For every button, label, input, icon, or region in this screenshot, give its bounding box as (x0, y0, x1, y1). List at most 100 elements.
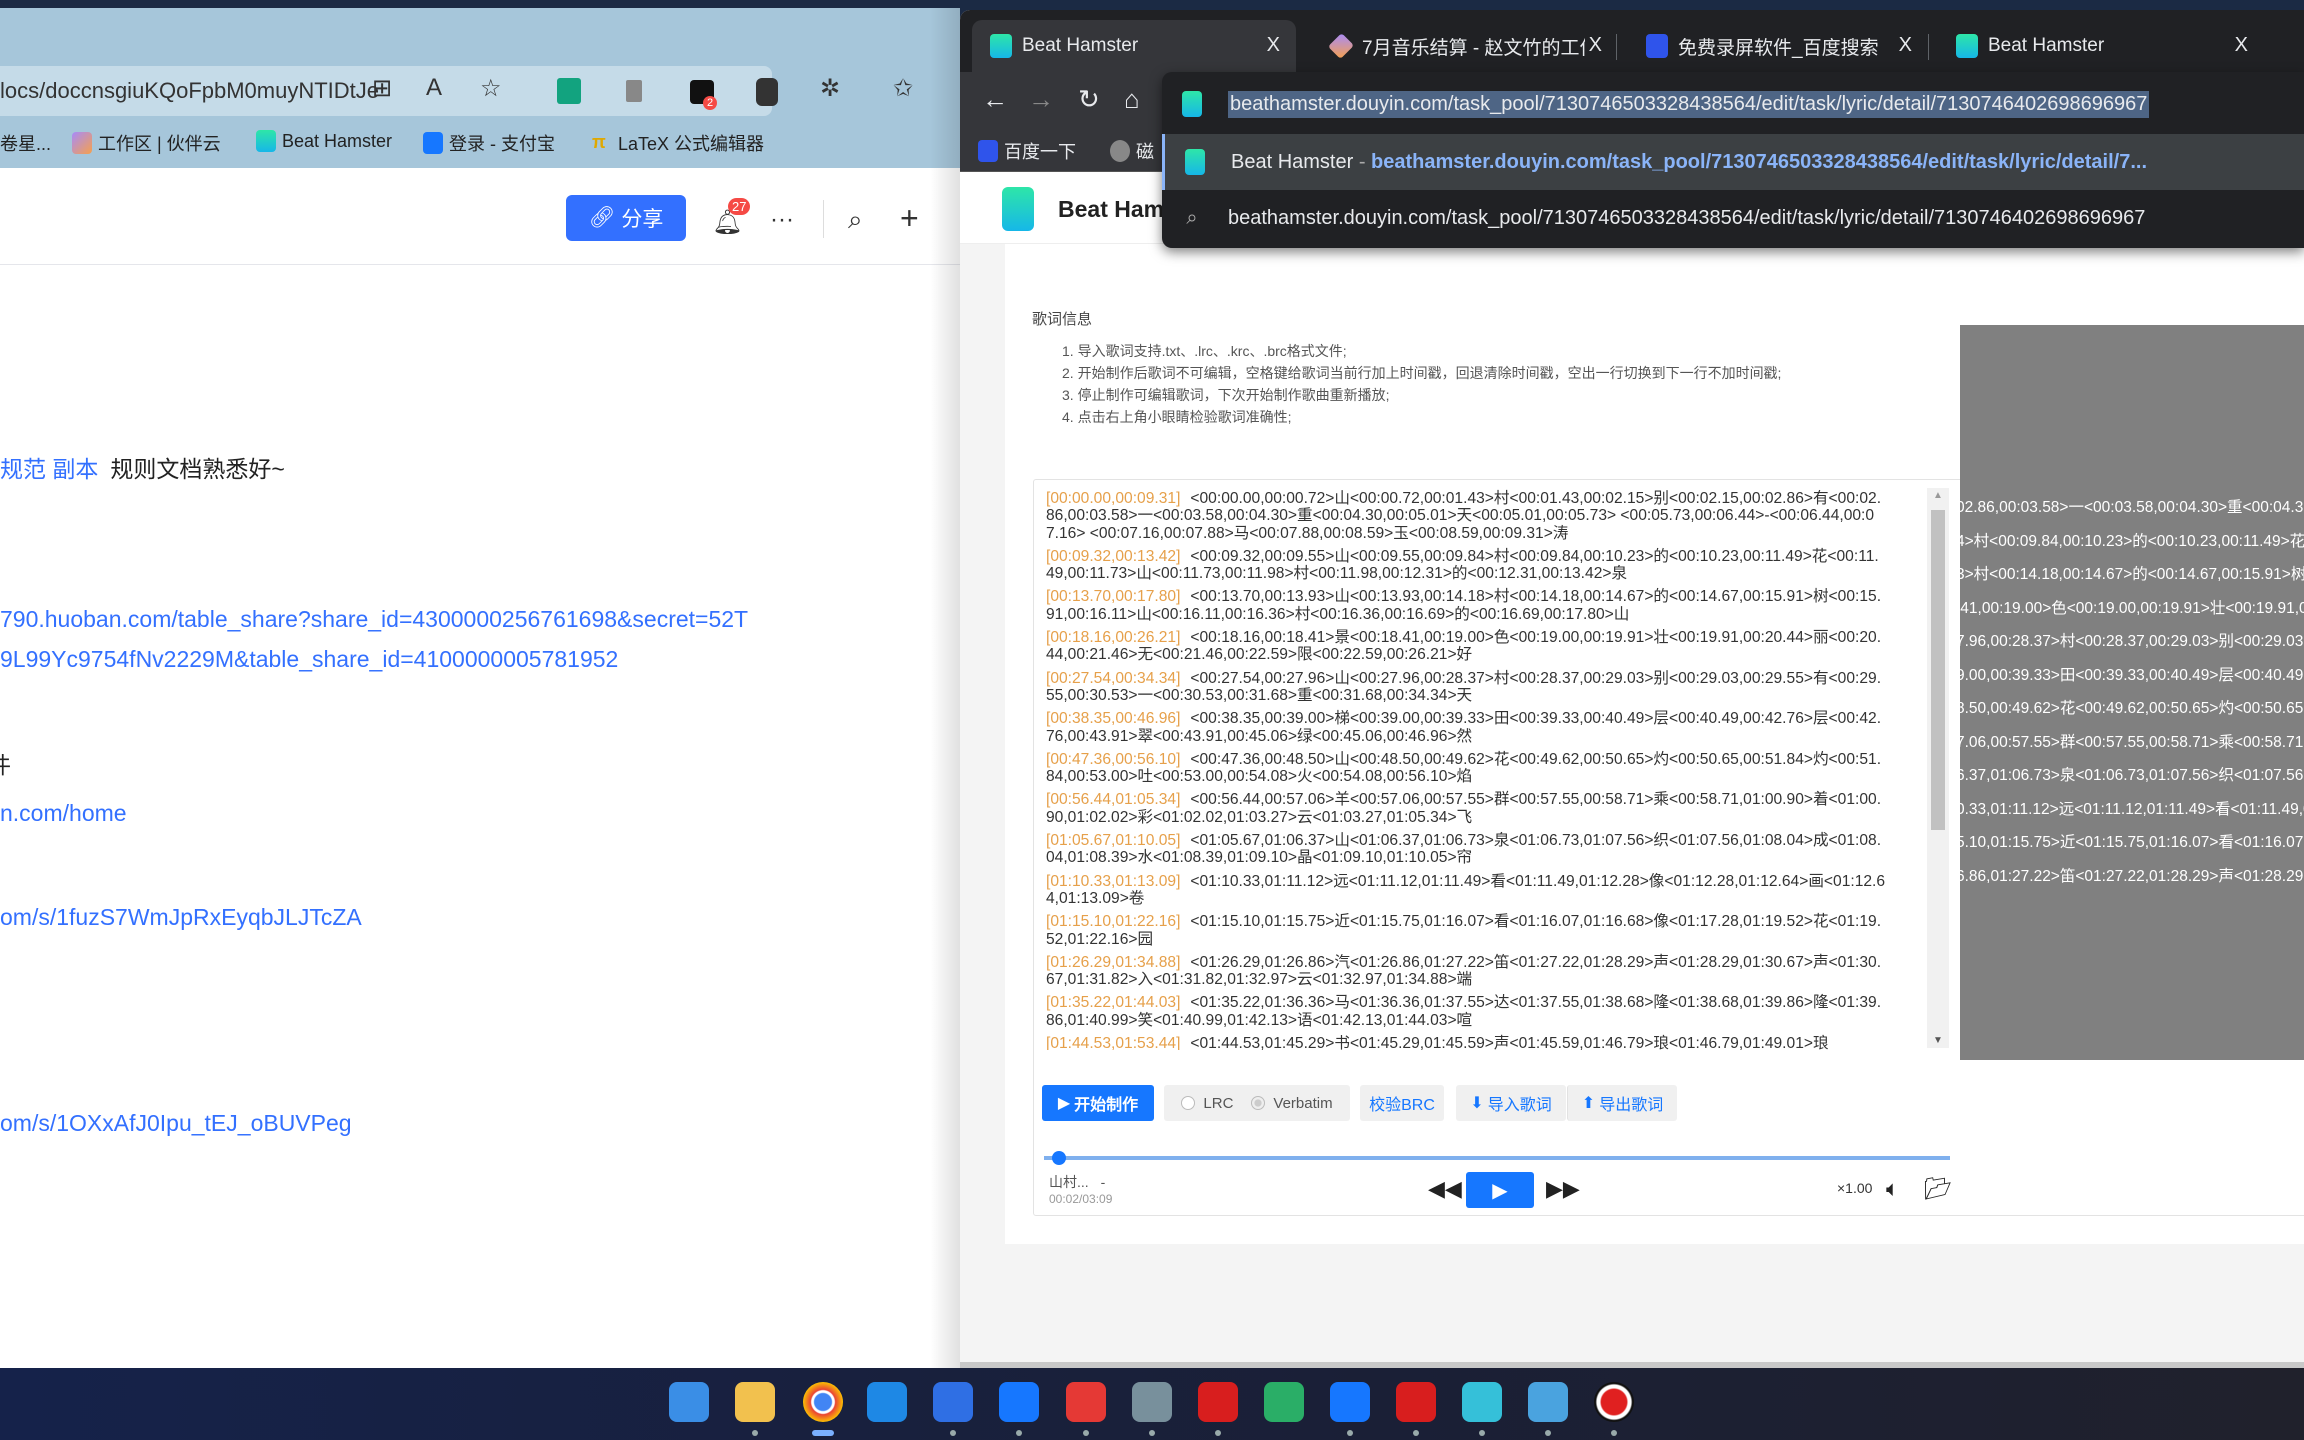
extensions-puzzle-icon[interactable]: ✲ (820, 74, 840, 103)
fast-forward-icon[interactable]: ▶▶ (1546, 1176, 1580, 1202)
doc-link[interactable]: om/s/1fuzS7WmJpRxEyqbJLJTcZA (0, 904, 362, 931)
doc-link[interactable]: n.com/home (0, 800, 127, 827)
globe-icon (1110, 140, 1130, 162)
bookmark[interactable]: 磁 (1110, 138, 1154, 164)
export-lyrics-button[interactable]: ⬆︎ 导出歌词 (1567, 1085, 1677, 1121)
notification-badge: 27 (728, 198, 751, 215)
doc-link[interactable]: 9L99Yc9754fNv2229M&table_share_id=410000… (0, 646, 618, 673)
bookmark[interactable]: Beat Hamster (256, 130, 392, 152)
bookmark[interactable]: 百度一下 (978, 138, 1076, 164)
instruction-item: 4. 点击右上角小眼睛检验歌词准确性; (1062, 409, 1292, 425)
playback-progress[interactable] (1044, 1151, 1950, 1165)
lyrics-textarea[interactable]: [00:00.00,00:09.31] <00:00.00,00:00.72>山<… (1034, 480, 1959, 1050)
calculator-icon[interactable] (1132, 1382, 1172, 1422)
back-icon[interactable]: ← (982, 84, 1008, 115)
instruction-item: 1. 导入歌词支持.txt、.lrc、.krc、.brc格式文件; (1062, 343, 1347, 359)
plus-icon[interactable]: + (900, 200, 919, 237)
extension-icon[interactable] (756, 78, 778, 106)
tab-beat-hamster[interactable]: Beat Hamster X (972, 20, 1296, 72)
doc-link[interactable]: 规范 副本 (0, 456, 98, 482)
tab-baidu-search[interactable]: 免费录屏软件_百度搜索 X (1628, 20, 1928, 72)
lyrics-scrollbar[interactable]: ▲ ▼ (1927, 488, 1949, 1048)
running-indicator (1016, 1430, 1022, 1436)
bookmark[interactable]: 登录 - 支付宝 (423, 130, 555, 156)
address-text[interactable]: locs/doccnsgiuKQoFpbM0muyNTIDtJe (0, 78, 379, 104)
running-indicator (1215, 1430, 1221, 1436)
radio-verbatim[interactable] (1251, 1096, 1266, 1110)
file-explorer-icon[interactable] (735, 1382, 775, 1422)
omnibox-suggestion[interactable]: Beat Hamster - beathamster.douyin.com/ta… (1162, 134, 2304, 190)
scroll-up-icon[interactable]: ▲ (1933, 490, 1943, 501)
doc-link[interactable]: om/s/1OXxAfJ0Ipu_tEJ_oBUVPeg (0, 1110, 352, 1137)
add-favorite-icon[interactable]: ☆ (480, 74, 502, 103)
wechat-icon[interactable] (1264, 1382, 1304, 1422)
app-v-icon[interactable] (933, 1382, 973, 1422)
tab-beat-hamster-2[interactable]: Beat Hamster X (1938, 20, 2264, 72)
running-indicator (1149, 1430, 1155, 1436)
close-tab-icon[interactable]: X (1584, 34, 1602, 57)
wps-icon[interactable] (1066, 1382, 1106, 1422)
lyric-line: [01:35.22,01:44.03] <01:35.22,01:36.36>马<… (1046, 994, 1886, 1029)
home-icon[interactable]: ⌂ (1124, 84, 1140, 115)
progress-knob[interactable] (1051, 1151, 1066, 1165)
more-icon[interactable]: ··· (770, 206, 794, 234)
notepad-icon[interactable] (1528, 1382, 1568, 1422)
tab-separator (1616, 34, 1617, 60)
verify-brc-button[interactable]: 校验BRC (1360, 1085, 1444, 1121)
bookmark[interactable]: 工作区 | 伙伴云 (72, 130, 221, 156)
lyric-preview-panel: 02.86,00:03.58>一<00:03.58,00:04.30>重<00:… (1960, 325, 2304, 1060)
line-timestamp: [00:18.16,00:26.21] (1046, 629, 1181, 647)
preview-line: 8.50,00:49.62>花<00:49.62,00:50.65>灼<00:5… (1960, 700, 2304, 717)
close-tab-icon[interactable]: X (2235, 34, 2248, 57)
lyric-line: [01:10.33,01:13.09] <01:10.33,01:11.12>远<… (1046, 873, 1886, 908)
radio-lrc[interactable] (1181, 1096, 1196, 1110)
import-lyrics-button[interactable]: ⬇︎ 导入歌词 (1456, 1085, 1566, 1121)
kugou-icon[interactable] (1330, 1382, 1370, 1422)
search-icon[interactable]: ⌕ (848, 204, 863, 236)
favorites-icon[interactable]: ✩ (893, 74, 913, 103)
lyric-line: [00:47.36,00:56.10] <00:47.36,00:48.50>山<… (1046, 751, 1886, 786)
extension-icon[interactable] (557, 78, 581, 104)
extension-icon[interactable] (626, 80, 642, 102)
scroll-thumb[interactable] (1931, 510, 1945, 830)
forward-icon[interactable]: → (1028, 84, 1054, 115)
app-rocket-icon[interactable] (1462, 1382, 1502, 1422)
running-indicator (950, 1430, 956, 1436)
huoban-icon (72, 132, 92, 154)
rewind-icon[interactable]: ◀◀ (1428, 1176, 1462, 1202)
close-tab-icon[interactable]: X (1899, 34, 1912, 57)
close-tab-icon[interactable]: X (1267, 34, 1280, 57)
line-timestamp: [00:13.70,00:17.80] (1046, 588, 1181, 606)
tab-music-settlement[interactable]: 7月音乐结算 - 赵文竹的工作 X (1312, 20, 1616, 72)
alipay-icon (423, 132, 443, 154)
line-timestamp: [01:10.33,01:13.09] (1046, 872, 1181, 890)
chrome-icon[interactable] (803, 1382, 843, 1422)
omnibox-search-suggestion[interactable]: ⌕ beathamster.douyin.com/task_pool/71307… (1162, 192, 2304, 244)
share-button[interactable]: 🔗︎ 分享 (566, 195, 686, 241)
netease-music-2-icon[interactable] (1396, 1382, 1436, 1422)
recorder-icon[interactable] (1594, 1382, 1634, 1422)
running-indicator (1611, 1430, 1617, 1436)
preview-line: 7.06,00:57.55>群<00:57.55,00:58.71>乘<00:5… (1960, 733, 2304, 751)
playback-speed[interactable]: ×1.00 (1837, 1180, 1872, 1196)
preview-line: 5.10,01:15.75>近<01:15.75,01:16.07>看<01:1… (1960, 834, 2304, 851)
feishu-icon[interactable] (999, 1382, 1039, 1422)
folder-icon[interactable]: 📂︎ (1924, 1176, 1952, 1202)
bookmark[interactable]: 卷星... (0, 130, 51, 156)
scroll-down-icon[interactable]: ▼ (1933, 1035, 1943, 1046)
read-aloud-icon[interactable]: A (426, 74, 442, 102)
start-production-button[interactable]: ▶ 开始制作 (1042, 1085, 1154, 1121)
bookmark[interactable]: π LaTeX 公式编辑器 (592, 130, 764, 156)
play-button[interactable]: ▶ (1466, 1172, 1534, 1208)
preview-line: 7.96,00:28.37>村<00:28.37,00:29.03>别<00:2… (1960, 633, 2304, 650)
edge-icon[interactable] (867, 1382, 907, 1422)
split-screen-icon[interactable]: ⊞ (372, 74, 392, 103)
windows-start-icon[interactable] (669, 1382, 709, 1422)
netease-music-icon[interactable] (1198, 1382, 1238, 1422)
omnibox-input[interactable]: beathamster.douyin.com/task_pool/7130746… (1162, 78, 2304, 130)
lyric-line: [01:44.53,01:53.44] <01:44.53,01:45.29>书<… (1046, 1035, 1886, 1050)
doc-link[interactable]: 790.huoban.com/table_share?share_id=4300… (0, 606, 748, 633)
line-timestamp: [01:26.29,01:34.88] (1046, 953, 1181, 971)
volume-icon[interactable]: 🔈︎ (1886, 1176, 1899, 1202)
reload-icon[interactable]: ↻ (1078, 84, 1100, 115)
